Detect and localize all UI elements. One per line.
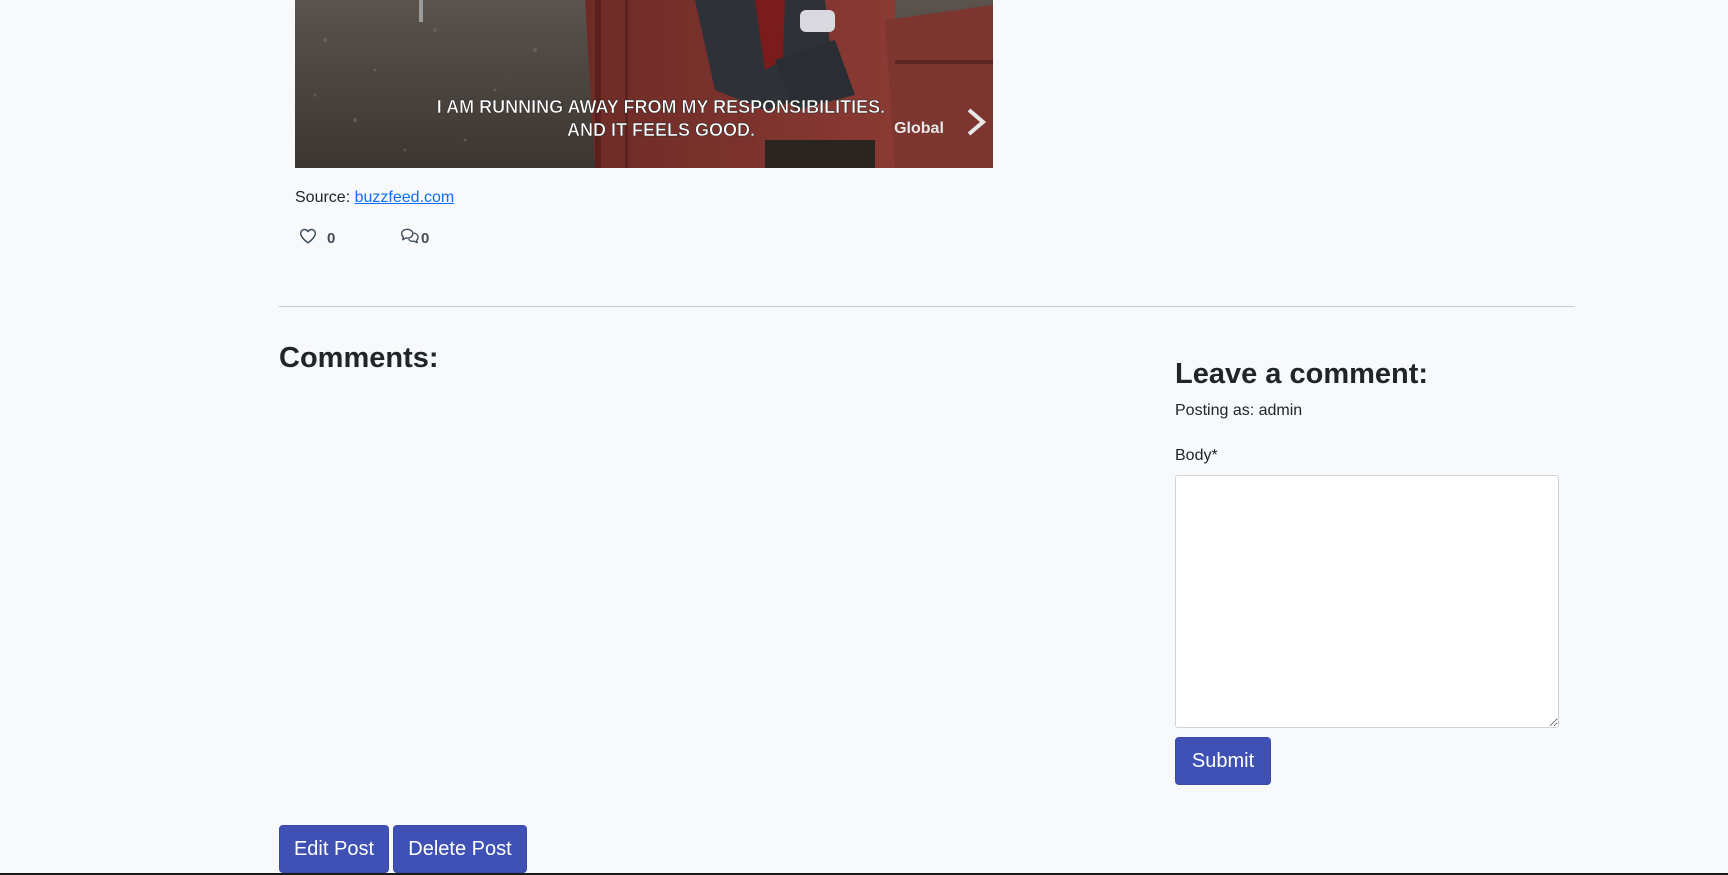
comment-form: Leave a comment: Posting as: admin Body*… [1175,356,1561,785]
edit-post-button[interactable]: Edit Post [279,825,389,873]
chat-bubbles-icon [400,227,420,250]
source-line: Source: buzzfeed.com [295,188,454,208]
post-image: I AM RUNNING AWAY FROM MY RESPONSIBILITI… [295,0,993,168]
comments-heading: Comments: [279,342,439,374]
leave-comment-heading: Leave a comment: [1175,358,1429,390]
submit-button[interactable]: Submit [1175,737,1271,785]
body-label: Body* [1175,447,1218,464]
delete-post-button[interactable]: Delete Post [393,825,527,873]
heart-icon [299,227,317,250]
comment-body-textarea[interactable] [1175,475,1559,728]
image-caption-line1: I AM RUNNING AWAY FROM MY RESPONSIBILITI… [437,97,885,117]
section-divider [279,306,1575,307]
like-button[interactable]: 0 [299,227,335,250]
source-link[interactable]: buzzfeed.com [355,189,455,206]
likes-count: 0 [327,230,336,247]
reactions-bar: 0 0 [299,227,459,249]
comments-count-button[interactable]: 0 [400,227,429,250]
source-label: Source: [295,189,355,206]
posting-as-text: Posting as: admin [1175,402,1303,419]
comments-count: 0 [421,230,430,247]
image-caption-line2: AND IT FEELS GOOD. [567,120,755,140]
image-watermark: Global [894,120,944,137]
